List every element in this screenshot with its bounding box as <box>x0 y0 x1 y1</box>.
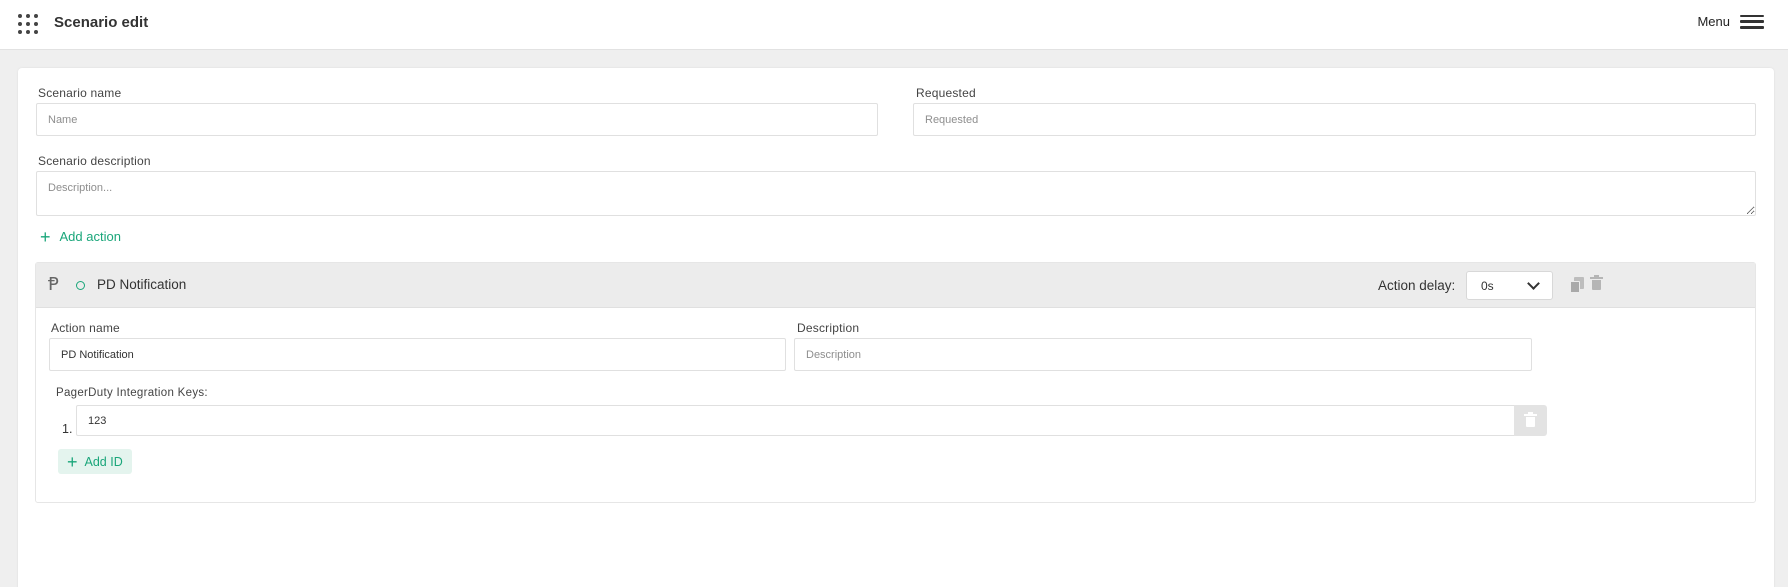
menu-button[interactable]: Menu <box>1697 14 1764 29</box>
scenario-name-input[interactable] <box>36 103 878 136</box>
action-description-input[interactable] <box>794 338 1532 371</box>
action-delay-select[interactable]: 0s <box>1466 271 1553 300</box>
add-action-label: Add action <box>59 229 121 244</box>
action-delay-value: 0s <box>1481 279 1494 293</box>
action-title: PD Notification <box>97 277 187 292</box>
requested-label: Requested <box>916 86 976 100</box>
add-id-button[interactable]: + Add ID <box>58 449 132 474</box>
top-bar: Scenario edit Menu <box>0 0 1788 50</box>
page-title: Scenario edit <box>54 14 149 31</box>
plus-icon: + <box>67 451 78 472</box>
action-delay-label: Action delay: <box>1378 278 1456 293</box>
menu-label: Menu <box>1697 14 1730 29</box>
action-name-label: Action name <box>51 321 120 335</box>
action-name-input[interactable] <box>49 338 786 371</box>
add-id-label: Add ID <box>84 454 123 469</box>
hamburger-icon <box>1740 14 1764 29</box>
action-description-label: Description <box>797 321 860 335</box>
pagerduty-p-icon: Ᵽ <box>48 274 59 295</box>
scenario-description-label: Scenario description <box>38 154 151 168</box>
requested-input[interactable] <box>913 103 1756 136</box>
integration-keys-label: PagerDuty Integration Keys: <box>56 387 208 399</box>
delete-integration-key-button[interactable] <box>1514 405 1547 436</box>
scenario-description-textarea[interactable] <box>36 171 1756 216</box>
plus-icon: + <box>40 226 51 247</box>
status-circle-icon <box>76 281 85 290</box>
copy-icon[interactable] <box>1570 277 1585 293</box>
apps-grid-icon[interactable] <box>18 14 38 34</box>
action-panel: Ᵽ PD Notification Action delay: 0s Actio… <box>35 262 1756 503</box>
scenario-name-label: Scenario name <box>38 86 122 100</box>
integration-key-index: 1. <box>62 422 73 436</box>
integration-key-input[interactable] <box>76 405 1515 436</box>
trash-icon[interactable] <box>1590 275 1603 290</box>
trash-icon <box>1524 412 1537 427</box>
chevron-down-icon <box>1527 277 1540 290</box>
add-action-button[interactable]: + Add action <box>40 226 121 247</box>
scenario-form-card: Scenario name Requested Scenario descrip… <box>18 68 1774 587</box>
action-header[interactable]: Ᵽ PD Notification Action delay: 0s <box>36 263 1755 308</box>
